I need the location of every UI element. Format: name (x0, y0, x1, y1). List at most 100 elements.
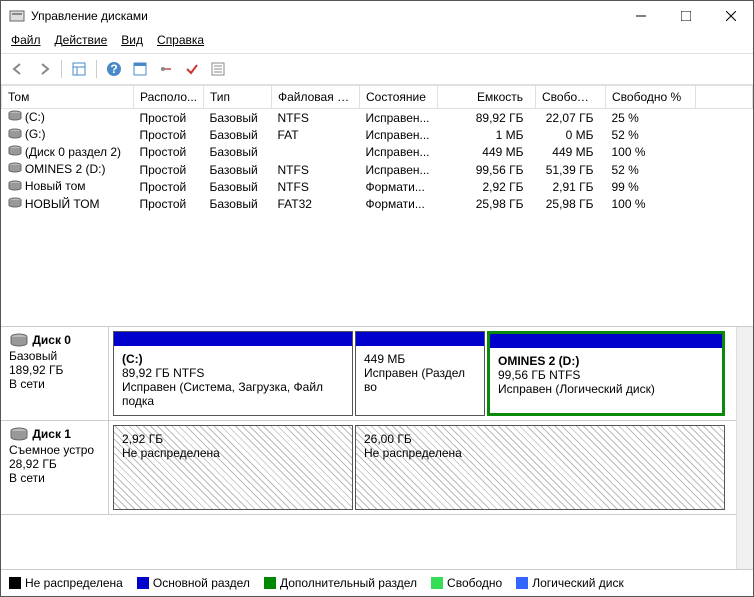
disk-icon (9, 427, 29, 443)
table-row[interactable]: (Диск 0 раздел 2)ПростойБазовыйИсправен.… (2, 144, 753, 161)
menu-view[interactable]: Вид (121, 33, 143, 47)
partition-status: Исправен (Система, Загрузка, Файл подка (122, 380, 344, 408)
partition-status: Не распределена (122, 446, 344, 460)
properties-icon[interactable] (207, 58, 229, 80)
partition-header (114, 332, 352, 346)
menu-bar: Файл Действие Вид Справка (1, 31, 753, 53)
cell-layout: Простой (134, 161, 204, 178)
col-freepct[interactable]: Свободно % (606, 86, 696, 109)
disk-name: Диск 0 (32, 333, 71, 347)
back-button[interactable] (7, 58, 29, 80)
partition-size: 449 МБ (364, 352, 476, 366)
cell-fs: NTFS (272, 109, 360, 127)
cell-capacity: 2,92 ГБ (438, 178, 536, 195)
menu-file[interactable]: Файл (11, 33, 41, 47)
cell-volume: НОВЫЙ ТОМ (25, 197, 100, 211)
partition-header (490, 334, 722, 348)
menu-help[interactable]: Справка (157, 33, 204, 47)
cell-volume: (C:) (25, 110, 45, 124)
partition[interactable]: 2,92 ГБНе распределена (113, 425, 353, 510)
cell-fs: FAT (272, 126, 360, 143)
table-header-row[interactable]: Том Располо... Тип Файловая с... Состоян… (2, 86, 753, 109)
cell-status: Исправен... (360, 109, 438, 127)
cell-layout: Простой (134, 196, 204, 213)
cell-fs: NTFS (272, 178, 360, 195)
legend-free: Свободно (431, 576, 502, 590)
cell-free: 0 МБ (536, 126, 606, 143)
disk-row: Диск 1Съемное устро28,92 ГБВ сети2,92 ГБ… (1, 421, 736, 515)
partition-size: 99,56 ГБ NTFS (498, 368, 714, 382)
cell-type: Базовый (204, 178, 272, 195)
col-status[interactable]: Состояние (360, 86, 438, 109)
partition-title: (C:) (122, 352, 344, 366)
col-free[interactable]: Свобод... (536, 86, 606, 109)
table-row[interactable]: (G:)ПростойБазовыйFATИсправен...1 МБ0 МБ… (2, 126, 753, 143)
table-row[interactable]: Новый томПростойБазовыйNTFSФормати...2,9… (2, 178, 753, 195)
cell-free: 449 МБ (536, 144, 606, 161)
maximize-button[interactable] (663, 1, 708, 31)
legend: Не распределена Основной раздел Дополнит… (1, 569, 753, 596)
volume-icon (8, 162, 22, 177)
partition[interactable]: 449 МБИсправен (Раздел во (355, 331, 485, 416)
cell-freepct: 25 % (606, 109, 696, 127)
disk-status: В сети (9, 377, 45, 391)
view-list-icon[interactable] (68, 58, 90, 80)
cell-capacity: 89,92 ГБ (438, 109, 536, 127)
partition[interactable]: OMINES 2 (D:)99,56 ГБ NTFSИсправен (Логи… (487, 331, 725, 416)
cell-free: 51,39 ГБ (536, 161, 606, 178)
cell-free: 2,91 ГБ (536, 178, 606, 195)
col-capacity[interactable]: Емкость (438, 86, 536, 109)
partition[interactable]: 26,00 ГБНе распределена (355, 425, 725, 510)
minimize-button[interactable] (618, 1, 663, 31)
vertical-scrollbar[interactable] (736, 327, 753, 569)
table-row[interactable]: (C:)ПростойБазовыйNTFSИсправен...89,92 Г… (2, 109, 753, 127)
settings-icon[interactable] (155, 58, 177, 80)
disk-status: В сети (9, 471, 45, 485)
legend-logical: Логический диск (516, 576, 624, 590)
col-layout[interactable]: Располо... (134, 86, 204, 109)
cell-free: 25,98 ГБ (536, 196, 606, 213)
partition-body: (C:)89,92 ГБ NTFSИсправен (Система, Загр… (114, 346, 352, 415)
cell-status: Формати... (360, 178, 438, 195)
disk-label[interactable]: Диск 1Съемное устро28,92 ГБВ сети (1, 421, 109, 514)
cell-type: Базовый (204, 126, 272, 143)
col-type[interactable]: Тип (204, 86, 272, 109)
title-bar: Управление дисками (1, 1, 753, 31)
partition-size: 89,92 ГБ NTFS (122, 366, 344, 380)
table-row[interactable]: НОВЫЙ ТОМПростойБазовыйFAT32Формати...25… (2, 196, 753, 213)
cell-volume: Новый том (25, 179, 86, 193)
window-title: Управление дисками (31, 9, 618, 23)
check-icon[interactable] (181, 58, 203, 80)
help-icon[interactable]: ? (103, 58, 125, 80)
legend-primary: Основной раздел (137, 576, 250, 590)
cell-type: Базовый (204, 161, 272, 178)
cell-layout: Простой (134, 126, 204, 143)
disk-icon (9, 333, 29, 349)
disk-label[interactable]: Диск 0Базовый189,92 ГБВ сети (1, 327, 109, 420)
volume-icon (8, 197, 22, 212)
cell-fs: NTFS (272, 161, 360, 178)
graphical-view: Диск 0Базовый189,92 ГБВ сети(C:)89,92 ГБ… (1, 327, 753, 596)
menu-action[interactable]: Действие (55, 33, 108, 47)
cell-freepct: 99 % (606, 178, 696, 195)
forward-button[interactable] (33, 58, 55, 80)
partition[interactable]: (C:)89,92 ГБ NTFSИсправен (Система, Загр… (113, 331, 353, 416)
col-volume[interactable]: Том (2, 86, 134, 109)
disk-size: 28,92 ГБ (9, 457, 57, 471)
close-button[interactable] (708, 1, 753, 31)
toolbar-separator (61, 60, 62, 78)
volume-list[interactable]: Том Располо... Тип Файловая с... Состоян… (1, 85, 753, 327)
view-graphical-icon[interactable] (129, 58, 151, 80)
col-fs[interactable]: Файловая с... (272, 86, 360, 109)
table-row[interactable]: OMINES 2 (D:)ПростойБазовыйNTFSИсправен.… (2, 161, 753, 178)
cell-status: Исправен... (360, 144, 438, 161)
cell-layout: Простой (134, 144, 204, 161)
partition-status: Не распределена (364, 446, 716, 460)
cell-capacity: 449 МБ (438, 144, 536, 161)
cell-capacity: 99,56 ГБ (438, 161, 536, 178)
cell-fs: FAT32 (272, 196, 360, 213)
partition-body: 2,92 ГБНе распределена (114, 426, 352, 509)
legend-extended: Дополнительный раздел (264, 576, 417, 590)
cell-freepct: 52 % (606, 126, 696, 143)
cell-capacity: 1 МБ (438, 126, 536, 143)
